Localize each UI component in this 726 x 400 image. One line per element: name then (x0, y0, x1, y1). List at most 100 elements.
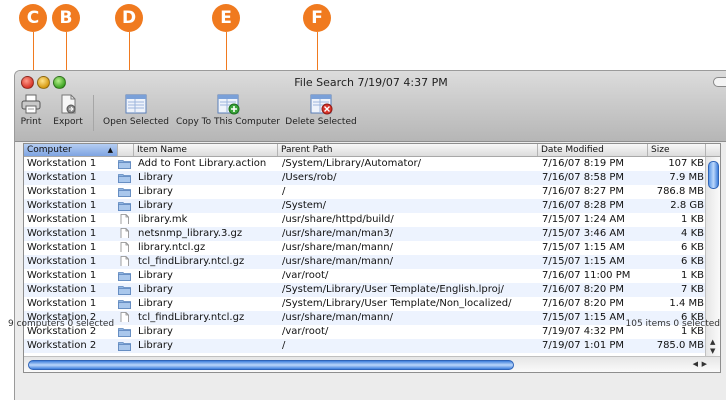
cell-item-name: Add to Font Library.action (138, 158, 267, 169)
table-row[interactable]: Workstation 1 Library/Users/rob/7/16/07 8… (24, 171, 720, 185)
cell-parent-path: /usr/share/man/mann/ (282, 256, 393, 267)
cell-computer: Workstation 1 (27, 242, 97, 253)
copy-to-computer-button[interactable]: Copy To This Computer (173, 93, 283, 127)
print-label: Print (20, 117, 42, 127)
column-header-computer[interactable]: Computer ▲ (24, 144, 118, 156)
cell-item-name: library.mk (138, 214, 188, 225)
cell-date-modified: 7/16/07 8:20 PM (542, 298, 625, 309)
cell-computer: Workstation 1 (27, 270, 97, 281)
cell-size: 785.0 MB (656, 340, 704, 351)
copy-to-computer-label: Copy To This Computer (175, 117, 281, 127)
export-icon (61, 94, 76, 114)
table-row[interactable]: Workstation 1 Library/var/root/7/16/07 11… (24, 269, 720, 283)
status-bar: 9 computers 0 selected 105 items 0 selec… (0, 318, 726, 332)
cell-computer: Workstation 1 (27, 158, 97, 169)
column-header-date-modified[interactable]: Date Modified (538, 144, 648, 156)
cell-computer: Workstation 2 (27, 340, 97, 351)
scroll-up-arrow-icon[interactable]: ▲ (710, 338, 715, 346)
table-row[interactable]: Workstation 1 tcl_findLibrary.ntcl.gz/usr… (24, 255, 720, 269)
cell-size: 1 KB (681, 270, 704, 281)
cell-parent-path: /Users/rob/ (282, 172, 337, 183)
cell-date-modified: 7/16/07 8:27 PM (542, 186, 625, 197)
vertical-scroll-thumb[interactable] (708, 161, 719, 189)
horizontal-scrollbar[interactable]: ◀ ▶ (24, 356, 720, 372)
window-title: File Search 7/19/07 4:37 PM (294, 76, 448, 89)
export-button[interactable]: Export (51, 93, 85, 127)
table-row[interactable]: Workstation 1 Library/System/7/16/07 8:28… (24, 199, 720, 213)
cell-item-name: tcl_findLibrary.ntcl.gz (138, 256, 245, 267)
cell-item-name: Library (138, 284, 173, 295)
cell-computer: Workstation 1 (27, 200, 97, 211)
cell-size: 1.4 MB (669, 298, 704, 309)
scroll-left-arrow-icon[interactable]: ◀ (693, 360, 698, 368)
cell-parent-path: / (282, 340, 286, 351)
cell-date-modified: 7/16/07 8:20 PM (542, 284, 625, 295)
folder-icon (118, 171, 134, 185)
table-row[interactable]: Workstation 1 Add to Font Library.action /… (24, 157, 720, 171)
folder-icon (118, 199, 134, 213)
callout-b: B (52, 4, 80, 32)
cell-computer: Workstation 1 (27, 214, 97, 225)
cell-size: 7 KB (681, 284, 704, 295)
table-row[interactable]: Workstation 1 Library / 7/16/07 8:27 PM 786.… (24, 185, 720, 199)
cell-parent-path: /usr/share/httpd/build/ (282, 214, 394, 225)
folder-icon (118, 185, 134, 199)
folder-icon (118, 269, 134, 283)
table-row[interactable]: Workstation 1 library.ntcl.gz/usr/share/m… (24, 241, 720, 255)
table-row[interactable]: Workstation 1 library.mk/usr/share/httpd/… (24, 213, 720, 227)
sort-ascending-icon: ▲ (107, 146, 113, 154)
column-header-icon[interactable] (118, 144, 134, 156)
cell-date-modified: 7/15/07 1:24 AM (542, 214, 625, 225)
cell-item-name: Library (138, 200, 173, 211)
table-row[interactable]: Workstation 1 netsnmp_library.3.gz/usr/sh… (24, 227, 720, 241)
document-icon (118, 227, 134, 241)
open-selected-icon (125, 94, 147, 114)
export-label: Export (53, 117, 83, 127)
folder-icon (118, 283, 134, 297)
cell-parent-path: / (282, 186, 286, 197)
cell-size: 1 KB (681, 214, 704, 225)
cell-item-name: Library (138, 172, 173, 183)
cell-size: 4 KB (681, 228, 704, 239)
cell-parent-path: /var/root/ (282, 270, 329, 281)
open-selected-button[interactable]: Open Selected (101, 93, 171, 127)
column-header-size[interactable]: Size (648, 144, 706, 156)
table-header: Computer ▲ Item Name Parent Path Date Mo… (24, 144, 720, 157)
cell-date-modified: 7/16/07 8:58 PM (542, 172, 625, 183)
search-results-table: Computer ▲ Item Name Parent Path Date Mo… (23, 143, 721, 373)
table-row[interactable]: Workstation 1 Library/System/Library/User… (24, 283, 720, 297)
cell-item-name: netsnmp_library.3.gz (138, 228, 243, 239)
document-icon (118, 213, 134, 227)
cell-size: 7.9 MB (669, 172, 704, 183)
callout-e: E (212, 4, 240, 32)
cell-item-name: Library (138, 270, 173, 281)
scroll-down-arrow-icon[interactable]: ▼ (710, 347, 715, 355)
cell-date-modified: 7/16/07 8:19 PM (542, 158, 625, 169)
table-row[interactable]: Workstation 2 Library / 7/19/07 1:01 PM 785.… (24, 339, 720, 353)
cell-date-modified: 7/19/07 1:01 PM (542, 340, 625, 351)
column-header-parent-path[interactable]: Parent Path (278, 144, 538, 156)
table-row[interactable]: Workstation 1 Library/System/Library/User… (24, 297, 720, 311)
cell-size: 2.8 GB (670, 200, 704, 211)
cell-computer: Workstation 1 (27, 284, 97, 295)
open-selected-label: Open Selected (103, 117, 169, 127)
printer-icon (21, 94, 41, 114)
cell-size: 107 KB (668, 158, 704, 169)
cell-parent-path: /System/Library/User Template/Non_locali… (282, 298, 512, 309)
column-header-label: Computer (27, 145, 72, 155)
cell-parent-path: /usr/share/man/mann/ (282, 242, 393, 253)
scroll-right-arrow-icon[interactable]: ▶ (702, 360, 707, 368)
cell-computer: Workstation 1 (27, 228, 97, 239)
horizontal-scroll-thumb[interactable] (28, 360, 514, 370)
delete-selected-label: Delete Selected (285, 117, 357, 127)
cell-computer: Workstation 1 (27, 298, 97, 309)
cell-date-modified: 7/15/07 3:46 AM (542, 228, 625, 239)
toolbar-toggle-button[interactable] (713, 77, 726, 87)
cell-computer: Workstation 1 (27, 256, 97, 267)
cell-item-name: library.ntcl.gz (138, 242, 206, 253)
delete-selected-button[interactable]: Delete Selected (285, 93, 357, 127)
print-button[interactable]: Print (17, 93, 45, 127)
cell-size: 6 KB (681, 256, 704, 267)
column-header-item-name[interactable]: Item Name (134, 144, 278, 156)
toolbar-separator (93, 95, 94, 131)
